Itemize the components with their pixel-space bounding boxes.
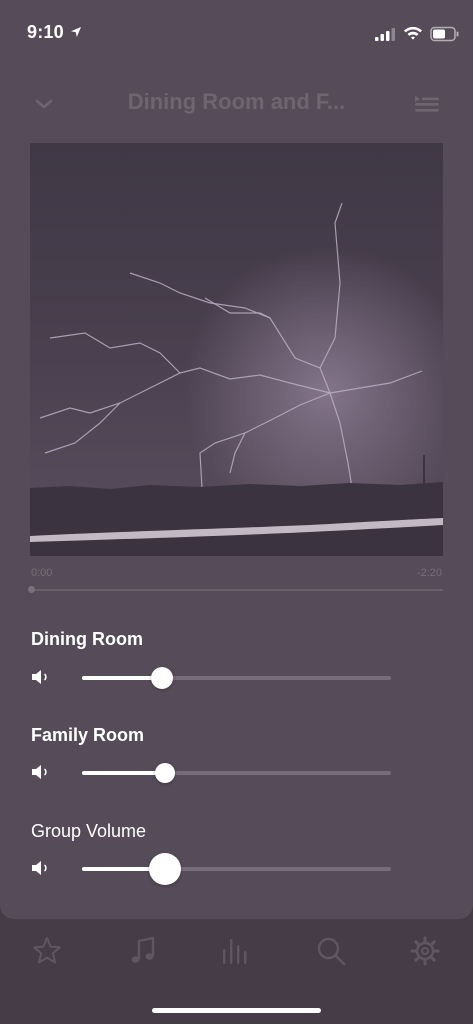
album-artwork: [30, 143, 443, 556]
music-note-icon[interactable]: [127, 935, 159, 967]
location-arrow-icon: [71, 27, 81, 37]
gear-icon[interactable]: [409, 935, 441, 967]
family-room-label: Family Room: [31, 725, 145, 745]
progress-scrubber[interactable]: [27, 586, 35, 593]
slider-thumb[interactable]: [149, 853, 182, 885]
speaker-icon[interactable]: [30, 859, 52, 877]
speaker-icon[interactable]: [30, 763, 52, 781]
equalizer-icon[interactable]: [220, 935, 252, 967]
dining-room-volume-slider[interactable]: [82, 664, 391, 692]
slider-fill: [82, 676, 163, 680]
room-group-title: Dining Room and F...: [127, 89, 346, 114]
time-elapsed: 0:00: [31, 567, 53, 579]
slider-thumb[interactable]: [151, 667, 174, 689]
cellular-signal-icon: [375, 28, 395, 41]
time-remaining: -2:20: [416, 567, 442, 579]
star-icon[interactable]: [31, 935, 63, 967]
queue-list-icon[interactable]: [410, 92, 442, 116]
progress-track[interactable]: [31, 589, 443, 591]
group-volume-label: Group Volume: [31, 821, 147, 841]
now-playing-screen: 9:10 Dining Room and F... 0:00 -2:20 Din…: [0, 0, 473, 1024]
dining-room-label: Dining Room: [31, 629, 143, 649]
home-indicator[interactable]: [152, 1008, 321, 1013]
family-room-volume-slider[interactable]: [82, 759, 391, 787]
status-time: 9:10: [27, 22, 64, 42]
speaker-icon[interactable]: [30, 668, 52, 686]
search-icon[interactable]: [315, 935, 347, 967]
now-playing-panel: 9:10 Dining Room and F... 0:00 -2:20 Din…: [0, 0, 473, 919]
battery-icon: [430, 26, 459, 42]
wifi-icon: [404, 26, 422, 40]
slider-fill: [82, 771, 166, 775]
chevron-down-icon[interactable]: [30, 92, 58, 116]
group-volume-slider[interactable]: [82, 853, 391, 885]
slider-thumb[interactable]: [155, 763, 176, 783]
